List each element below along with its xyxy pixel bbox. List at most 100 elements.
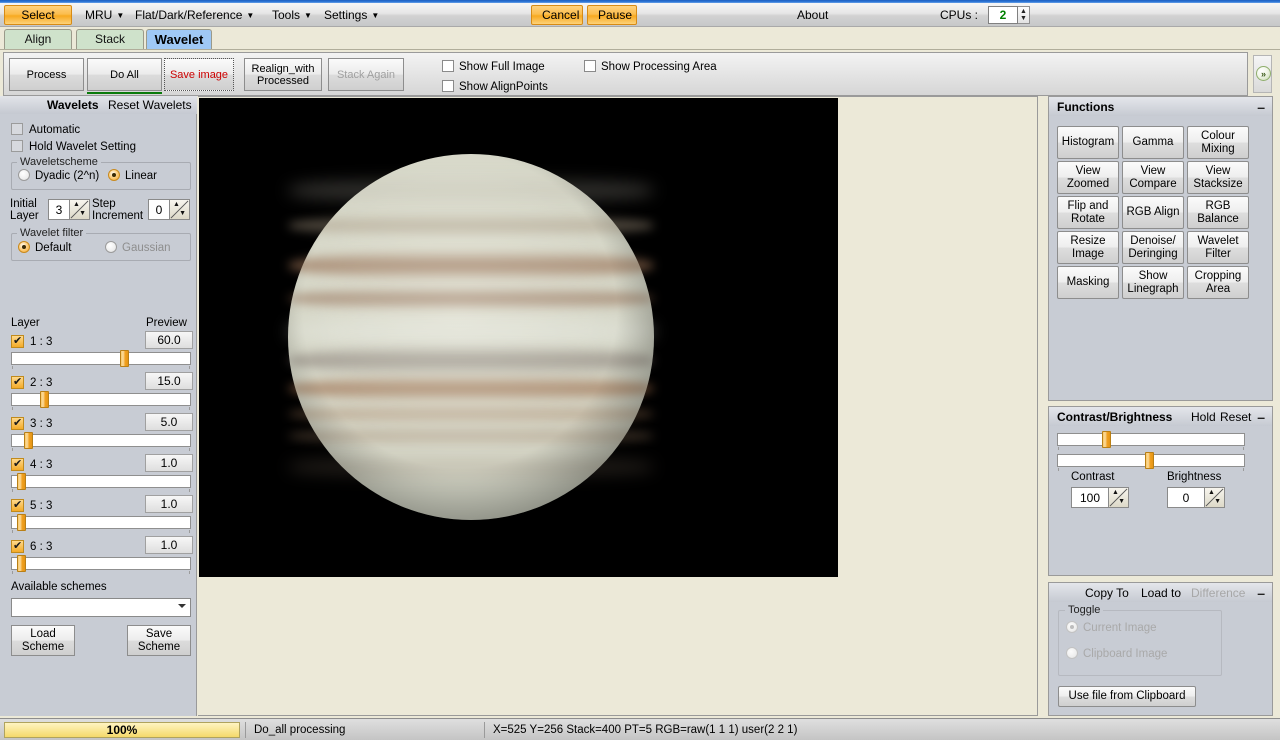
filter-default-radio[interactable]: Default — [18, 241, 71, 254]
layer-4-value[interactable]: 1.0 — [145, 454, 193, 472]
image-canvas-area[interactable] — [198, 96, 1038, 716]
slider-thumb[interactable] — [120, 350, 129, 367]
radio-icon-selected[interactable] — [108, 169, 120, 181]
step-increment-value[interactable]: 0 — [148, 199, 170, 220]
copy-to-link[interactable]: Copy To — [1085, 586, 1129, 600]
layer-3-slider[interactable] — [11, 434, 191, 447]
layer-6-slider[interactable] — [11, 557, 191, 570]
load-scheme-button[interactable]: Load Scheme — [11, 625, 75, 656]
tab-align[interactable]: Align — [4, 29, 72, 49]
slider-track[interactable] — [11, 475, 191, 488]
view-zoomed-button[interactable]: View Zoomed — [1057, 161, 1119, 194]
gamma-button[interactable]: Gamma — [1122, 126, 1184, 159]
save-scheme-button[interactable]: Save Scheme — [127, 625, 191, 656]
masking-button[interactable]: Masking — [1057, 266, 1119, 299]
filter-gaussian-radio[interactable]: Gaussian — [105, 241, 171, 254]
select-button[interactable]: Select — [4, 5, 72, 25]
layer-2-checkbox[interactable] — [11, 376, 24, 389]
available-schemes-select[interactable] — [11, 598, 191, 617]
layer-4-slider[interactable] — [11, 475, 191, 488]
menu-mru[interactable]: MRU▼ — [78, 3, 131, 27]
layer-6-value[interactable]: 1.0 — [145, 536, 193, 554]
layer-1-checkbox[interactable] — [11, 335, 24, 348]
panel-expander-inner[interactable]: » — [1253, 55, 1272, 93]
cropping-area-button[interactable]: Cropping Area — [1187, 266, 1249, 299]
cpus-stepper-down-icon[interactable]: ▼ — [1018, 14, 1029, 23]
checkbox-icon[interactable] — [11, 123, 23, 135]
histogram-button[interactable]: Histogram — [1057, 126, 1119, 159]
layer-1-slider[interactable] — [11, 352, 191, 365]
stepper-down-icon[interactable]: ▼ — [1118, 498, 1125, 506]
minimize-icon[interactable]: – — [1257, 99, 1265, 115]
image-viewport[interactable] — [199, 98, 838, 577]
contrast-value[interactable]: 100 — [1071, 487, 1109, 508]
rgb-balance-button[interactable]: RGB Balance — [1187, 196, 1249, 229]
scheme-linear-radio[interactable]: Linear — [108, 169, 157, 182]
layer-6-checkbox[interactable] — [11, 540, 24, 553]
layer-4-checkbox[interactable] — [11, 458, 24, 471]
automatic-checkbox[interactable]: Automatic — [11, 123, 80, 136]
slider-track[interactable] — [11, 434, 191, 447]
radio-icon[interactable] — [105, 241, 117, 253]
slider-thumb[interactable] — [17, 473, 26, 490]
show-full-image-checkbox[interactable]: Show Full Image — [442, 60, 545, 73]
hold-wavelet-setting-checkbox[interactable]: Hold Wavelet Setting — [11, 140, 136, 153]
do-all-button[interactable]: Do All — [87, 58, 162, 91]
wavelet-filter-button[interactable]: Wavelet Filter — [1187, 231, 1249, 264]
save-image-button[interactable]: Save image — [164, 58, 234, 91]
layer-5-value[interactable]: 1.0 — [145, 495, 193, 513]
brightness-slider[interactable] — [1057, 454, 1245, 467]
double-chevron-right-icon[interactable]: » — [1256, 66, 1271, 81]
use-file-from-clipboard-button[interactable]: Use file from Clipboard — [1058, 686, 1196, 707]
radio-icon[interactable] — [18, 169, 30, 181]
layer-1-value[interactable]: 60.0 — [145, 331, 193, 349]
checkbox-icon[interactable] — [442, 80, 454, 92]
stepper-down-icon[interactable]: ▼ — [179, 210, 186, 218]
scheme-dyadic-radio[interactable]: Dyadic (2^n) — [18, 169, 99, 182]
view-compare-button[interactable]: View Compare — [1122, 161, 1184, 194]
show-linegraph-button[interactable]: Show Linegraph — [1122, 266, 1184, 299]
menu-flat-dark-reference[interactable]: Flat/Dark/Reference▼ — [128, 3, 261, 27]
layer-5-checkbox[interactable] — [11, 499, 24, 512]
tab-wavelet[interactable]: Wavelet — [146, 29, 212, 49]
pause-button[interactable]: Pause — [587, 5, 637, 25]
slider-thumb[interactable] — [1102, 431, 1111, 448]
flip-and-rotate-button[interactable]: Flip and Rotate — [1057, 196, 1119, 229]
layer-2-slider[interactable] — [11, 393, 191, 406]
stepper-down-icon[interactable]: ▼ — [79, 210, 86, 218]
slider-thumb[interactable] — [17, 514, 26, 531]
stepper-up-icon[interactable]: ▲ — [173, 201, 180, 209]
checkbox-icon[interactable] — [442, 60, 454, 72]
menu-about[interactable]: About — [790, 3, 835, 27]
minimize-icon[interactable]: – — [1257, 585, 1265, 601]
process-button[interactable]: Process — [9, 58, 84, 91]
show-alignpoints-checkbox[interactable]: Show AlignPoints — [442, 80, 548, 93]
layer-5-slider[interactable] — [11, 516, 191, 529]
menu-tools[interactable]: Tools▼ — [265, 3, 319, 27]
layer-2-value[interactable]: 15.0 — [145, 372, 193, 390]
realign-with-processed-button[interactable]: Realign_with Processed — [244, 58, 322, 91]
contrast-brightness-reset-link[interactable]: Reset — [1220, 410, 1251, 424]
brightness-value[interactable]: 0 — [1167, 487, 1205, 508]
minimize-icon[interactable]: – — [1257, 409, 1265, 425]
stepper-down-icon[interactable]: ▼ — [1214, 498, 1221, 506]
layer-3-value[interactable]: 5.0 — [145, 413, 193, 431]
chevron-down-icon[interactable] — [178, 604, 186, 608]
initial-layer-stepper[interactable]: ▲ ▼ — [70, 199, 90, 220]
brightness-stepper[interactable]: ▲ ▼ — [1205, 487, 1225, 508]
slider-thumb[interactable] — [24, 432, 33, 449]
initial-layer-value[interactable]: 3 — [48, 199, 70, 220]
denoise-deringing-button[interactable]: Denoise/ Deringing — [1122, 231, 1184, 264]
layer-3-checkbox[interactable] — [11, 417, 24, 430]
checkbox-icon[interactable] — [11, 140, 23, 152]
stepper-up-icon[interactable]: ▲ — [1208, 489, 1215, 497]
stepper-up-icon[interactable]: ▲ — [1112, 489, 1119, 497]
slider-thumb[interactable] — [17, 555, 26, 572]
cpus-value[interactable]: 2 — [988, 6, 1018, 24]
cpus-stepper[interactable]: ▲ ▼ — [1018, 6, 1030, 24]
slider-track[interactable] — [11, 557, 191, 570]
show-processing-area-checkbox[interactable]: Show Processing Area — [584, 60, 717, 73]
slider-thumb[interactable] — [40, 391, 49, 408]
contrast-slider[interactable] — [1057, 433, 1245, 446]
contrast-stepper[interactable]: ▲ ▼ — [1109, 487, 1129, 508]
